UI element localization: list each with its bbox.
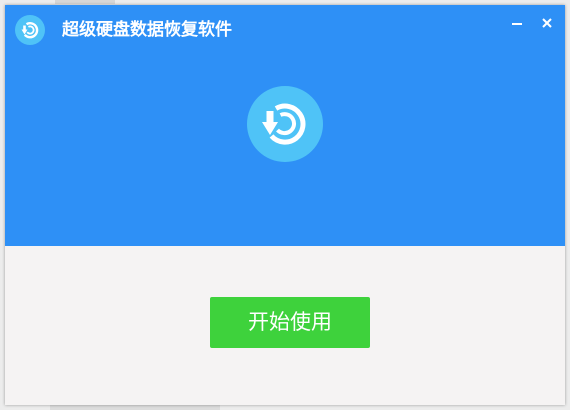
minimize-icon	[512, 23, 522, 25]
close-button[interactable]	[537, 13, 557, 33]
header-banner: 超级硬盘数据恢复软件	[5, 5, 565, 246]
window-title: 超级硬盘数据恢复软件	[62, 20, 232, 40]
close-icon	[542, 18, 552, 28]
start-button[interactable]: 开始使用	[210, 297, 370, 348]
content-area: 开始使用	[5, 246, 565, 405]
recovery-logo-icon	[15, 15, 45, 45]
background-window-edge	[55, 0, 115, 4]
background-taskbar-edge	[50, 405, 220, 410]
app-window: 超级硬盘数据恢复软件 开始使用	[5, 5, 565, 405]
minimize-button[interactable]	[507, 13, 527, 33]
recovery-logo-icon	[247, 86, 323, 162]
title-bar[interactable]: 超级硬盘数据恢复软件	[5, 5, 565, 55]
